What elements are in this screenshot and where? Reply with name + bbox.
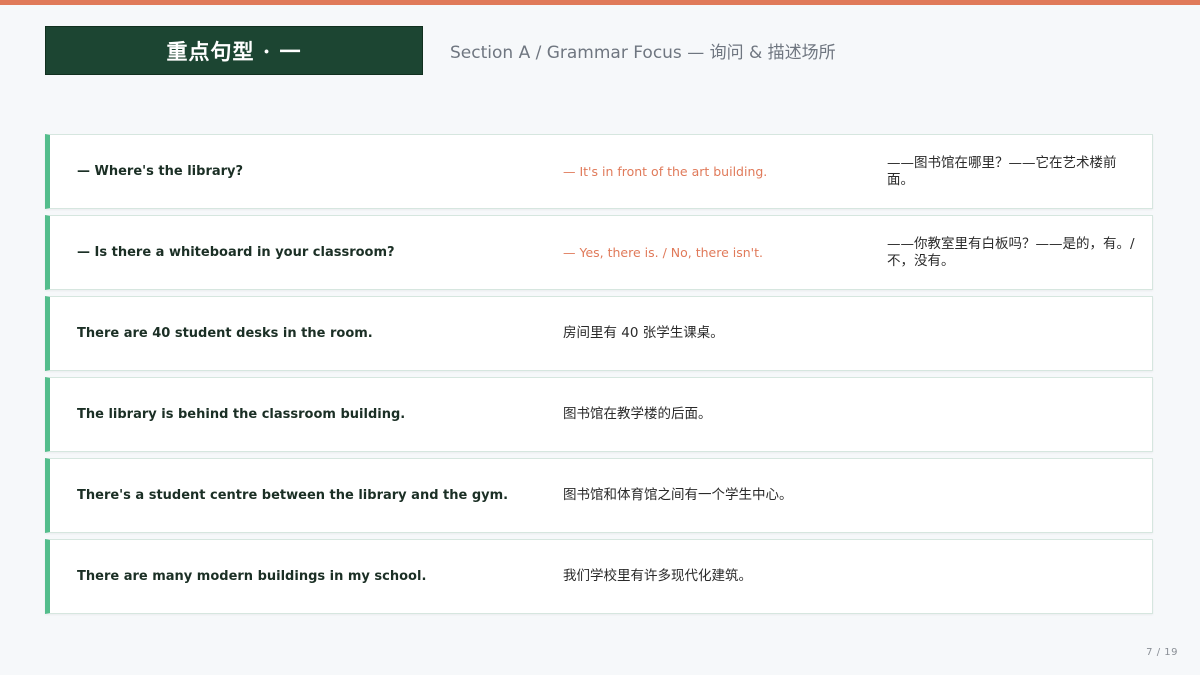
sentence-text: There are 40 student desks in the room. — [77, 326, 373, 341]
answer-text: — Yes, there is. / No, there isn't. — [563, 245, 763, 260]
sentence-row-6: There are many modern buildings in my sc… — [45, 539, 1153, 614]
slide-title: 重点句型 · 一 — [166, 38, 302, 64]
translation-text: ——你教室里有白板吗？——是的，有。/ 不，没有。 — [887, 235, 1135, 269]
question-text: — Where's the library? — [77, 164, 244, 179]
sentence-row-3: There are 40 student desks in the room. … — [45, 296, 1153, 371]
question-text: — Is there a whiteboard in your classroo… — [77, 245, 395, 260]
page-number: 7 / 19 — [1146, 647, 1178, 658]
sentence-text: The library is behind the classroom buil… — [77, 407, 406, 422]
sentence-row-1: — Where's the library? — It's in front o… — [45, 134, 1153, 209]
slide-title-box: 重点句型 · 一 — [45, 26, 423, 75]
sentence-text: There's a student centre between the lib… — [77, 488, 509, 503]
slide-subtitle: Section A / Grammar Focus — 询问 & 描述场所 — [450, 43, 836, 63]
top-accent-bar — [0, 0, 1200, 5]
sentence-row-2: — Is there a whiteboard in your classroo… — [45, 215, 1153, 290]
translation-text: 我们学校里有许多现代化建筑。 — [563, 568, 752, 584]
sentence-text: There are many modern buildings in my sc… — [77, 569, 427, 584]
sentence-row-5: There's a student centre between the lib… — [45, 458, 1153, 533]
translation-text: ——图书馆在哪里？——它在艺术楼前面。 — [887, 154, 1117, 188]
answer-text: — It's in front of the art building. — [563, 164, 768, 179]
sentence-row-4: The library is behind the classroom buil… — [45, 377, 1153, 452]
translation-text: 图书馆在教学楼的后面。 — [563, 406, 712, 422]
sentence-list: — Where's the library? — It's in front o… — [45, 134, 1153, 620]
translation-text: 图书馆和体育馆之间有一个学生中心。 — [563, 487, 793, 503]
translation-text: 房间里有 40 张学生课桌。 — [563, 325, 724, 341]
